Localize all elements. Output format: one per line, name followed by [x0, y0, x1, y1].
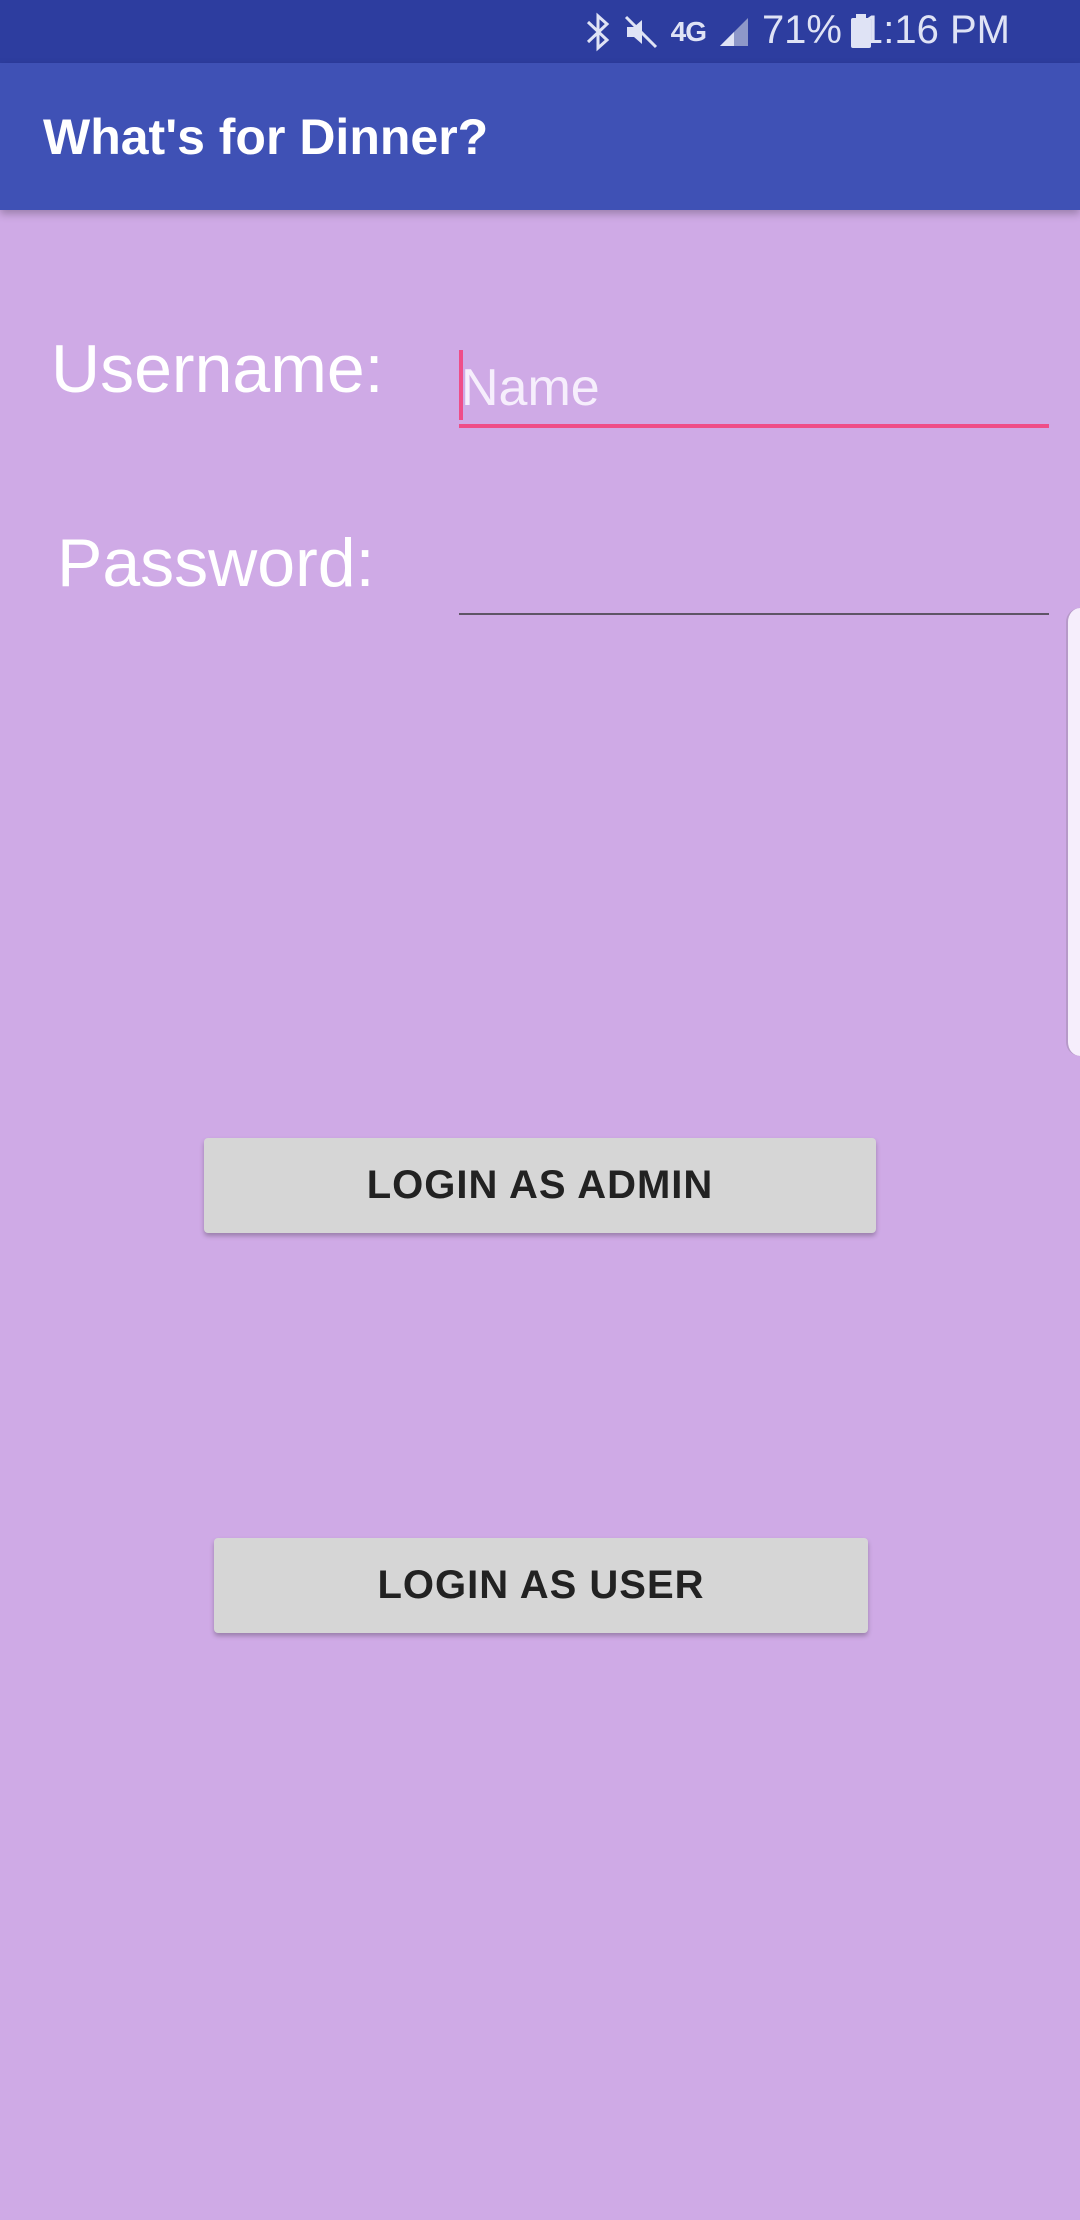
- username-placeholder: Name: [461, 359, 600, 417]
- status-icons: 4G: [585, 0, 750, 63]
- bluetooth-icon: [585, 12, 611, 52]
- username-underline: [459, 424, 1049, 428]
- login-as-admin-button[interactable]: LOGIN AS ADMIN: [204, 1138, 876, 1233]
- password-underline: [459, 613, 1049, 615]
- mute-icon: [623, 14, 659, 50]
- login-as-user-button[interactable]: LOGIN AS USER: [214, 1538, 868, 1633]
- network-4g-icon: 4G: [670, 15, 707, 47]
- password-label: Password:: [57, 525, 375, 601]
- username-label: Username:: [51, 331, 384, 407]
- status-bar: 4G 71% 1:16 PM: [0, 0, 1080, 63]
- battery-percent: 71%: [761, 8, 842, 52]
- password-field[interactable]: [459, 535, 1049, 615]
- edge-panel-handle[interactable]: [1066, 608, 1080, 1056]
- username-field[interactable]: Name: [459, 348, 1049, 428]
- status-time: 1:16 PM: [861, 8, 1010, 52]
- app-title: What's for Dinner?: [43, 109, 489, 165]
- app-bar: What's for Dinner?: [0, 63, 1080, 210]
- signal-icon: [718, 16, 750, 48]
